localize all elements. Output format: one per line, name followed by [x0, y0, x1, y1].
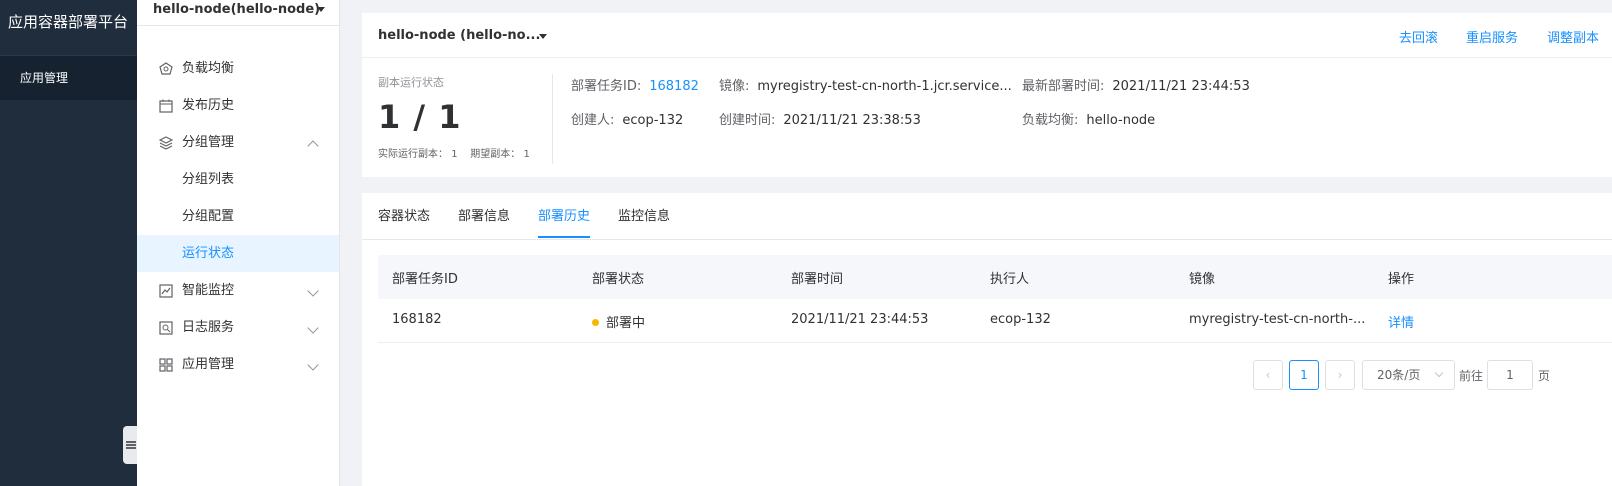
sidebar-item-release-history[interactable]: 发布历史 — [137, 87, 339, 124]
sidebar-item-label: 分组配置 — [182, 209, 235, 224]
replica-status-label: 副本运行状态 — [378, 76, 444, 89]
table-row: 168182 部署中 2021/11/21 23:44:53 ecop-132 … — [378, 299, 1612, 343]
page-size-select[interactable]: 20条/页 — [1362, 360, 1455, 390]
card-header: hello-node (hello-no... 去回滚 重启服务 调整副本 — [362, 13, 1612, 58]
sidebar-item-label: 日志服务 — [182, 320, 235, 335]
actual-replica-value: 1 — [451, 149, 458, 160]
tab-deploy-history[interactable]: 部署历史 — [538, 205, 591, 238]
actual-replica-label: 实际运行副本： — [378, 149, 448, 160]
status-dot-icon — [592, 319, 599, 326]
nav-item-app-management[interactable]: 应用管理 — [0, 56, 137, 100]
info-load-balance: 负载均衡: hello-node — [1022, 113, 1156, 128]
sidebar-item-app-management[interactable]: 应用管理 — [137, 346, 339, 383]
table-header: 部署任务ID 部署状态 部署时间 执行人 镜像 操作 — [378, 255, 1612, 299]
sidebar-item-group-management[interactable]: 分组管理 — [137, 124, 339, 161]
chevron-down-icon — [307, 285, 319, 297]
chevron-down-icon — [307, 322, 319, 334]
info-creator: 创建人: ecop-132 — [571, 113, 684, 128]
rollback-button[interactable]: 去回滚 — [1399, 27, 1438, 46]
load-balance-icon — [159, 62, 173, 75]
next-page-button[interactable]: › — [1325, 360, 1355, 390]
menu-icon — [126, 441, 136, 449]
column-header: 执行人 — [990, 272, 1030, 287]
app-title[interactable]: hello-node (hello-no... — [378, 28, 540, 43]
status-text: 部署中 — [606, 316, 646, 331]
restart-service-button[interactable]: 重启服务 — [1466, 27, 1518, 46]
sidebar-item-group-config[interactable]: 分组配置 — [137, 198, 339, 235]
caret-down-icon[interactable] — [539, 34, 547, 39]
sidebar-item-load-balance[interactable]: 负载均衡 — [137, 50, 339, 87]
task-id-link[interactable]: 168182 — [649, 79, 699, 94]
main-nav: 应用容器部署平台 应用管理 — [0, 0, 139, 486]
cell-operator: ecop-132 — [990, 312, 1051, 327]
app-summary-card: hello-node (hello-no... 去回滚 重启服务 调整副本 副本… — [362, 13, 1612, 177]
pagination: ‹ 1 › 20条/页 前往 1 页 — [362, 360, 1612, 390]
column-header: 部署任务ID — [392, 272, 458, 287]
column-header: 部署时间 — [791, 272, 844, 287]
replica-status-value: 1 / 1 — [378, 98, 462, 136]
tab-bar: 容器状态 部署信息 部署历史 监控信息 — [362, 193, 1612, 240]
column-header: 部署状态 — [592, 272, 645, 287]
divider — [552, 74, 553, 164]
sidebar-item-label: 分组管理 — [182, 135, 235, 150]
log-search-icon — [159, 321, 173, 335]
caret-down-icon — [317, 7, 325, 12]
sidebar-item-label: 分组列表 — [182, 172, 235, 187]
deploy-card: 容器状态 部署信息 部署历史 监控信息 部署任务ID 部署状态 部署时间 执行人… — [362, 193, 1612, 486]
column-header: 操作 — [1388, 272, 1415, 287]
calendar-icon — [159, 99, 173, 113]
sidebar-item-label: 应用管理 — [182, 357, 235, 372]
info-created-time: 创建时间: 2021/11/21 23:38:53 — [719, 113, 921, 128]
info-latest-deploy-time: 最新部署时间: 2021/11/21 23:44:53 — [1022, 79, 1250, 94]
grid-icon — [159, 358, 173, 372]
detail-link[interactable]: 详情 — [1388, 312, 1414, 331]
info-image: 镜像: myregistry-test-cn-north-1.jcr.servic… — [719, 79, 1012, 94]
app-selector[interactable]: hello-node(hello-node) — [137, 0, 339, 26]
chart-icon — [159, 284, 173, 298]
sidebar-item-label: 发布历史 — [182, 98, 235, 113]
tab-container-status[interactable]: 容器状态 — [378, 205, 430, 236]
layers-icon — [159, 136, 173, 150]
scale-replicas-button[interactable]: 调整副本 — [1547, 27, 1599, 46]
app-selector-value: hello-node(hello-node) — [153, 2, 321, 17]
goto-page-input[interactable]: 1 — [1487, 360, 1533, 390]
chevron-down-icon — [1434, 368, 1444, 378]
app-sidebar: hello-node(hello-node) 负载均衡 发布历史 分组管理 分组… — [137, 0, 340, 486]
page-1-button[interactable]: 1 — [1289, 360, 1319, 390]
info-task-id: 部署任务ID: 168182 — [571, 79, 699, 94]
sidebar-item-smart-monitor[interactable]: 智能监控 — [137, 272, 339, 309]
platform-title: 应用容器部署平台 — [0, 0, 137, 56]
desired-replica-label: 期望副本： — [470, 149, 521, 160]
tab-deploy-info[interactable]: 部署信息 — [458, 205, 510, 236]
cell-time: 2021/11/21 23:44:53 — [791, 312, 929, 327]
tab-monitor-info[interactable]: 监控信息 — [618, 205, 670, 236]
cell-task-id: 168182 — [392, 312, 442, 327]
sidebar-item-group-list[interactable]: 分组列表 — [137, 161, 339, 198]
sidebar-item-label: 智能监控 — [182, 283, 235, 298]
replica-detail: 实际运行副本： 1 期望副本： 1 — [378, 145, 530, 160]
deploy-history-table: 部署任务ID 部署状态 部署时间 执行人 镜像 操作 168182 部署中 20… — [378, 255, 1612, 343]
chevron-up-icon — [307, 140, 319, 152]
sidebar-item-log-service[interactable]: 日志服务 — [137, 309, 339, 346]
chevron-down-icon — [307, 359, 319, 371]
prev-page-button[interactable]: ‹ — [1253, 360, 1283, 390]
goto-label: 前往 — [1459, 369, 1484, 383]
goto-suffix: 页 — [1538, 369, 1551, 383]
cell-status: 部署中 — [592, 312, 645, 331]
column-header: 镜像 — [1189, 272, 1216, 287]
cell-image: myregistry-test-cn-north-... — [1189, 312, 1366, 327]
sidebar-item-label: 负载均衡 — [182, 61, 235, 76]
sidebar-item-label: 运行状态 — [182, 246, 235, 261]
desired-replica-value: 1 — [523, 149, 530, 160]
sidebar-item-run-status[interactable]: 运行状态 — [137, 235, 339, 272]
